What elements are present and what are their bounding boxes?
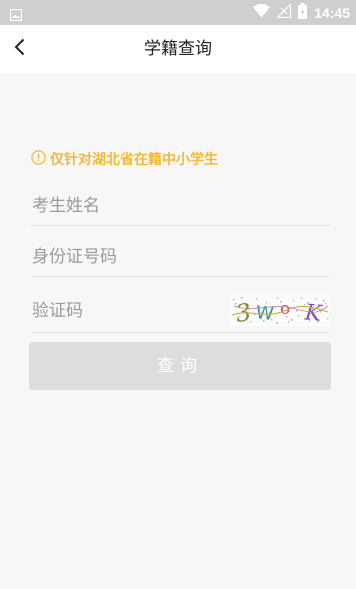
chevron-left-icon [14,38,26,60]
captcha-input[interactable] [31,290,221,332]
captcha-field: 3 W o K [31,290,330,333]
status-time: 14:45 [314,4,350,21]
captcha-image[interactable]: 3 W o K [230,294,330,328]
query-button[interactable]: 查询 [29,342,331,390]
id-number-field [31,238,330,277]
signal-icon [276,3,292,22]
student-name-input[interactable] [31,186,330,225]
info-circle-icon [31,149,46,169]
status-right: 14:45 [253,2,350,23]
notice-text: 仅针对湖北省在籍中小学生 [50,152,218,168]
battery-icon [298,2,308,23]
back-button[interactable] [6,35,34,63]
page-title: 学籍查询 [144,39,212,59]
id-number-input[interactable] [31,238,330,276]
wifi-icon [253,3,271,22]
image-icon [9,6,23,22]
student-name-field [31,186,330,226]
status-bar: 14:45 [0,0,356,25]
notice: 仅针对湖北省在籍中小学生 [31,149,218,169]
app-bar: 学籍查询 [0,25,356,73]
